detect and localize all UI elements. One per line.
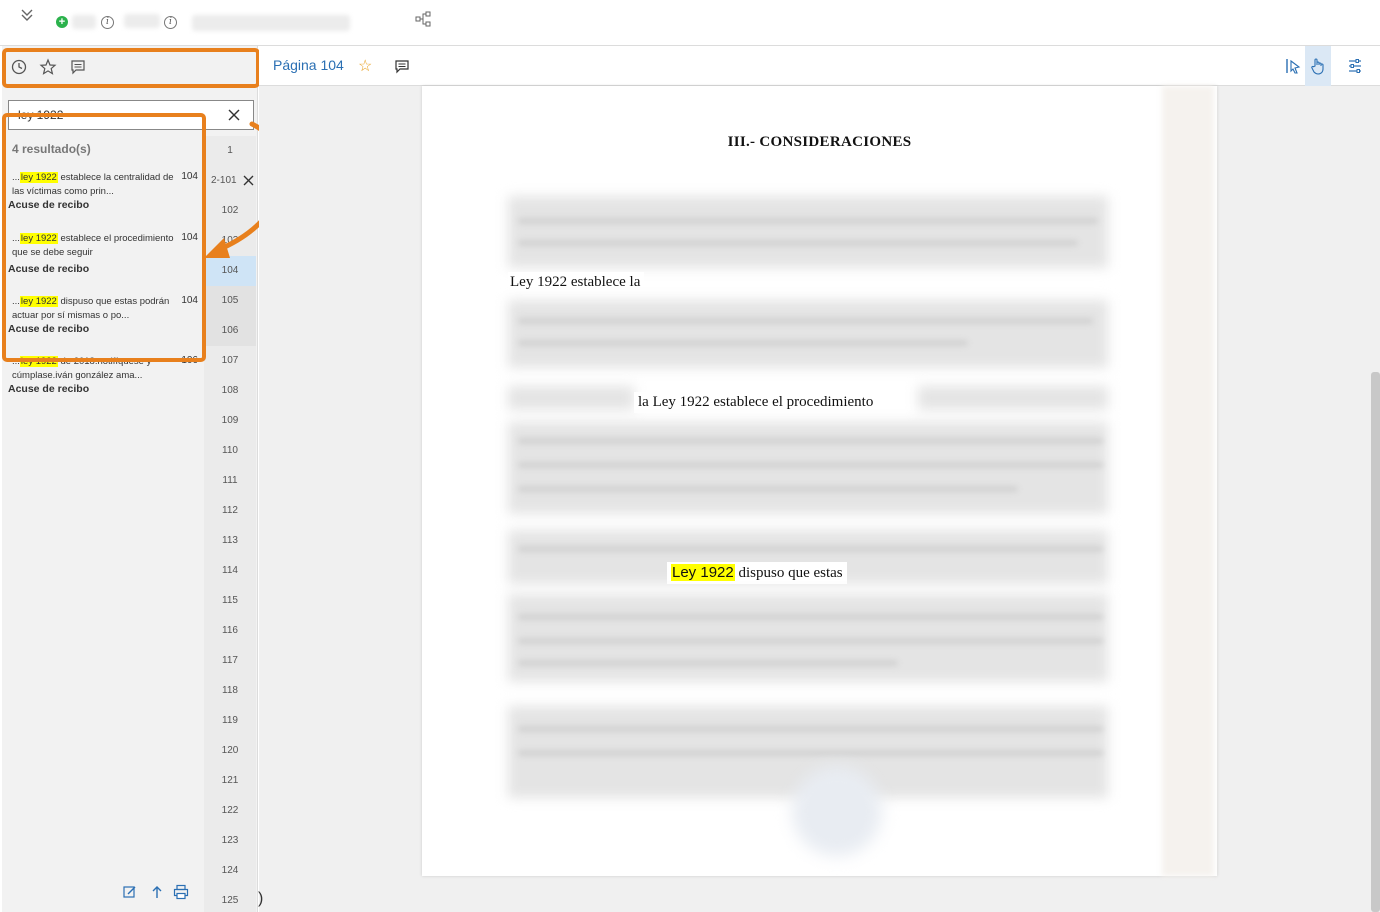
- edit-icon[interactable]: [122, 884, 138, 900]
- redacted-line: [518, 318, 1093, 324]
- redacted-line: [518, 546, 1103, 552]
- page-item[interactable]: 121: [204, 766, 256, 796]
- info-icon[interactable]: i: [101, 16, 114, 29]
- redacted-line: [518, 486, 1018, 492]
- add-circle-icon[interactable]: +: [56, 16, 68, 28]
- redacted-line-block: [918, 386, 1108, 410]
- page-item[interactable]: 122: [204, 796, 256, 826]
- page-item[interactable]: 112: [204, 496, 256, 526]
- document-seal: [792, 766, 882, 856]
- redacted-paragraph: [508, 300, 1108, 368]
- document-match: Ley 1922: [671, 564, 735, 581]
- info-icon[interactable]: i: [164, 16, 177, 29]
- document-viewer[interactable]: III.- CONSIDERACIONES Ley 1922 establece…: [259, 86, 1380, 912]
- redacted-paragraph: [508, 196, 1108, 268]
- page-item[interactable]: 118: [204, 676, 256, 706]
- document-snippet-3: Ley 1922 dispuso que estas: [667, 562, 847, 584]
- text-select-button[interactable]: [1280, 46, 1306, 86]
- document-page: III.- CONSIDERACIONES Ley 1922 establece…: [422, 86, 1217, 876]
- redacted-line: [518, 438, 1103, 444]
- page-item[interactable]: 115: [204, 586, 256, 616]
- redacted-line: [518, 614, 1103, 620]
- document-heading: III.- CONSIDERACIONES: [727, 134, 912, 150]
- page-title: Página 104: [273, 57, 344, 73]
- redacted-line: [518, 340, 968, 346]
- redacted-paragraph: [508, 422, 1108, 514]
- comment-icon[interactable]: [394, 58, 410, 74]
- page-item[interactable]: 106: [204, 316, 256, 346]
- page-item[interactable]: 125: [204, 886, 256, 912]
- redacted-line: [518, 462, 1103, 468]
- page-item[interactable]: 111: [204, 466, 256, 496]
- settings-sliders-icon: [1349, 59, 1361, 73]
- page-item[interactable]: 119: [204, 706, 256, 736]
- page-item[interactable]: 123: [204, 826, 256, 856]
- hierarchy-tree-icon[interactable]: [415, 11, 431, 27]
- print-icon[interactable]: [173, 884, 189, 900]
- page-item[interactable]: 107: [204, 346, 256, 376]
- page-item[interactable]: 116: [204, 616, 256, 646]
- page-item[interactable]: 124: [204, 856, 256, 886]
- text-select-icon: [1286, 59, 1301, 74]
- bookmark-star-icon[interactable]: ☆: [358, 56, 372, 76]
- page-item[interactable]: 108: [204, 376, 256, 406]
- search-highlight-frame: [2, 48, 260, 88]
- redacted-line: [518, 750, 1103, 756]
- document-snippet-2: la Ley 1922 establece el procedimiento: [634, 392, 878, 413]
- footer-fragment: ): [258, 890, 264, 907]
- view-settings-button[interactable]: [1342, 46, 1368, 86]
- redacted-field: [124, 14, 160, 28]
- viewer-scrollbar[interactable]: [1371, 372, 1380, 912]
- redacted-line: [518, 218, 1098, 224]
- redacted-line: [518, 638, 1103, 644]
- page-item[interactable]: 109: [204, 406, 256, 436]
- hand-pan-icon: [1311, 58, 1324, 75]
- hand-pan-button[interactable]: [1305, 46, 1331, 86]
- result-source: Acuse de recibo: [8, 383, 90, 395]
- redacted-line: [518, 240, 1078, 246]
- page-item[interactable]: 113: [204, 526, 256, 556]
- page-item[interactable]: 120: [204, 736, 256, 766]
- result-item[interactable]: ...ley 1922 de 2018.notifíquese y cúmpla…: [8, 355, 204, 411]
- page-item[interactable]: 117: [204, 646, 256, 676]
- page-item[interactable]: 110: [204, 436, 256, 466]
- top-bar: + i i: [0, 0, 1380, 46]
- redacted-title: [192, 15, 350, 31]
- document-snippet-1: Ley 1922 establece la: [508, 272, 645, 293]
- upload-icon[interactable]: [149, 884, 165, 900]
- redacted-field: [72, 15, 96, 29]
- results-highlight-frame: [2, 113, 206, 362]
- page-item[interactable]: 114: [204, 556, 256, 586]
- redacted-line: [518, 660, 898, 666]
- collapse-chevrons-icon[interactable]: [18, 6, 36, 24]
- viewer-toolbar: Página 104 ☆: [259, 46, 1380, 86]
- page-margin-strip: [1162, 86, 1214, 876]
- page-item[interactable]: 105: [204, 286, 256, 316]
- redacted-line-block: [508, 386, 634, 410]
- redacted-line: [518, 726, 1103, 732]
